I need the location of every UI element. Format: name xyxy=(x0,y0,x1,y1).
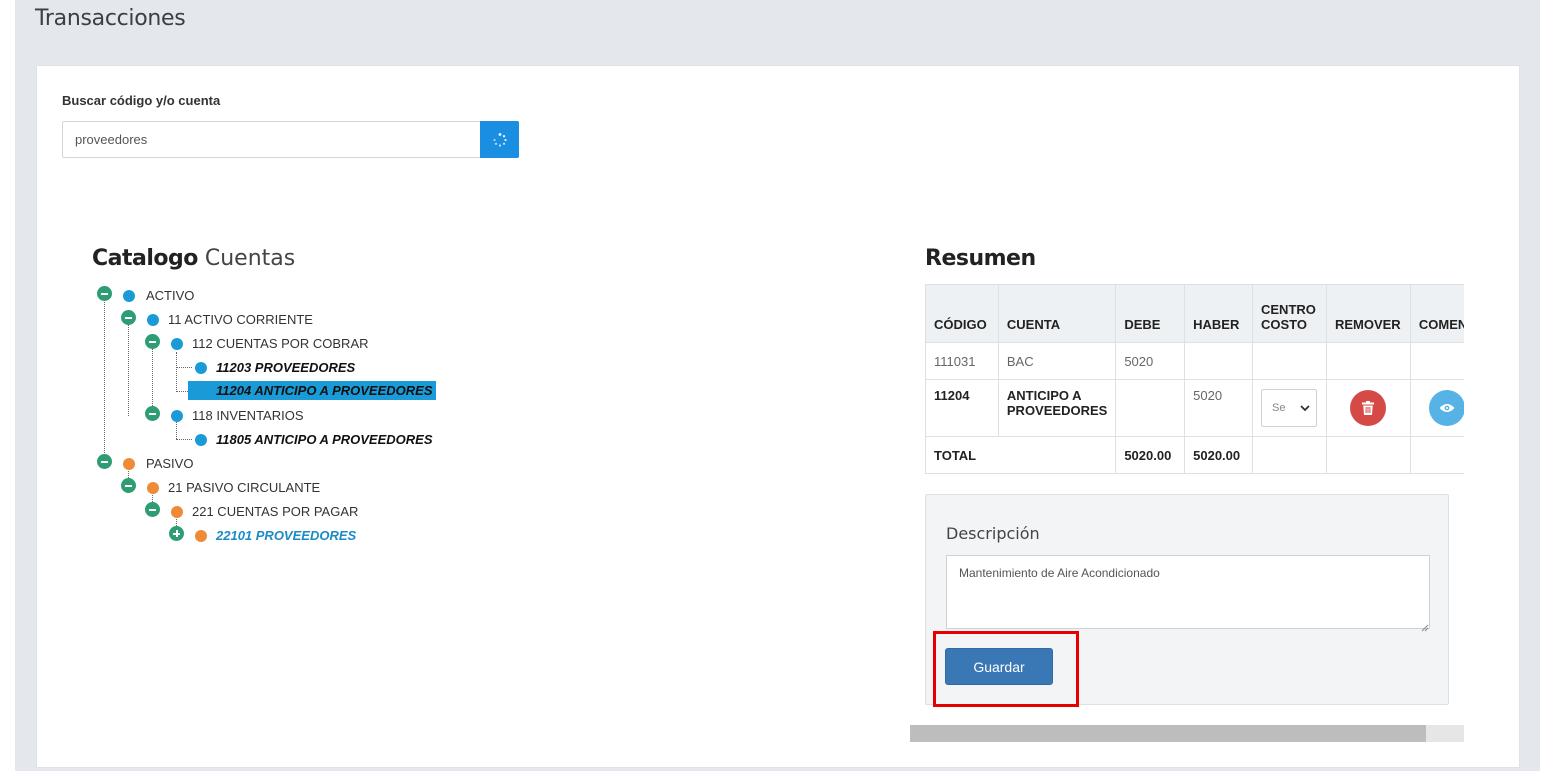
column-header: HABER xyxy=(1184,284,1253,343)
collapse-icon[interactable] xyxy=(121,478,136,493)
catalog-title: Catalogo Cuentas xyxy=(92,246,295,271)
cell-comentario xyxy=(1409,342,1464,380)
view-comment-button[interactable] xyxy=(1428,390,1464,426)
cell-cuenta: ANTICIPO A PROVEEDORES xyxy=(997,379,1117,437)
tree-connector xyxy=(104,300,105,463)
account-dot xyxy=(195,362,207,374)
catalog-title-bold: Catalogo xyxy=(92,246,198,271)
column-header: CENTRO COSTO xyxy=(1252,284,1327,343)
resize-grip-icon[interactable] xyxy=(1421,619,1429,632)
page-title: Transacciones xyxy=(35,6,186,31)
account-dot xyxy=(195,530,207,542)
collapse-icon[interactable] xyxy=(145,406,160,421)
search-box xyxy=(62,121,519,158)
chevron-down-icon xyxy=(1300,404,1310,411)
account-dot xyxy=(123,458,135,470)
collapse-icon[interactable] xyxy=(145,334,160,349)
tree-node-inventarios[interactable]: 118 INVENTARIOS xyxy=(192,408,304,423)
cell-centro-costo xyxy=(1252,342,1327,380)
total-label: TOTAL xyxy=(925,436,1117,474)
resumen-table: CÓDIGO CUENTA DEBE HABER CENTRO COSTO RE… xyxy=(925,284,1464,474)
tree-connector xyxy=(176,367,192,368)
tree-node-cuentas-por-cobrar[interactable]: 112 CUENTAS POR COBRAR xyxy=(192,336,369,351)
account-dot xyxy=(171,410,183,422)
total-haber: 5020.00 xyxy=(1184,436,1253,474)
resumen-title: Resumen xyxy=(925,246,1036,271)
account-dot xyxy=(147,314,159,326)
account-dot xyxy=(147,482,159,494)
centro-costo-select[interactable]: Se xyxy=(1261,389,1317,427)
save-button[interactable]: Guardar xyxy=(945,648,1053,685)
cell-debe: 5020 xyxy=(1115,342,1186,380)
cell-centro-costo: Se xyxy=(1252,379,1327,437)
column-header: CUENTA xyxy=(997,284,1117,343)
cell-haber xyxy=(1184,342,1253,380)
account-dot xyxy=(195,434,207,446)
tree-node-11203[interactable]: 11203 PROVEEDORES xyxy=(216,360,355,375)
horizontal-scrollbar-thumb[interactable] xyxy=(910,725,1426,742)
collapse-icon[interactable] xyxy=(97,286,112,301)
description-textarea[interactable] xyxy=(946,555,1430,629)
cell-remover xyxy=(1325,379,1411,437)
tree-node-activo[interactable]: ACTIVO xyxy=(146,288,194,303)
search-input[interactable] xyxy=(63,122,480,157)
tree-node-11204-selected[interactable]: 11204 ANTICIPO A PROVEEDORES xyxy=(188,381,436,400)
trash-icon xyxy=(1362,401,1375,415)
account-dot xyxy=(123,290,135,302)
eye-icon xyxy=(1439,404,1455,412)
expand-icon[interactable] xyxy=(169,526,184,541)
column-header: DEBE xyxy=(1115,284,1186,343)
cell-remover xyxy=(1325,342,1411,380)
tree-node-activo-corriente[interactable]: 11 ACTIVO CORRIENTE xyxy=(168,312,313,327)
tree-node-pasivo-circulante[interactable]: 21 PASIVO CIRCULANTE xyxy=(168,480,320,495)
column-header: CÓDIGO xyxy=(925,284,999,343)
description-label: Descripción xyxy=(946,524,1040,543)
tree-connector xyxy=(176,391,188,392)
catalog-title-light: Cuentas xyxy=(204,246,296,271)
collapse-icon[interactable] xyxy=(145,502,160,517)
tree-node-pasivo[interactable]: PASIVO xyxy=(146,456,193,471)
cell-cuenta: BAC xyxy=(997,342,1117,380)
spinner-icon xyxy=(492,132,507,147)
tree-node-11805[interactable]: 11805 ANTICIPO A PROVEEDORES xyxy=(216,432,433,447)
resumen-table-wrapper: CÓDIGO CUENTA DEBE HABER CENTRO COSTO RE… xyxy=(925,284,1464,474)
tree-connector xyxy=(128,324,129,416)
centro-costo-select-value: Se xyxy=(1272,402,1286,414)
tree-connector xyxy=(176,352,177,392)
collapse-icon[interactable] xyxy=(121,310,136,325)
tree-node-22101[interactable]: 22101 PROVEEDORES xyxy=(216,528,356,543)
column-header: COMENTARIO xyxy=(1409,284,1464,343)
cell-haber: 5020 xyxy=(1184,379,1253,437)
table-row: 111031 BAC 5020 xyxy=(925,342,1464,380)
table-total-row: TOTAL 5020.00 5020.00 xyxy=(925,436,1464,474)
cell-codigo: 111031 xyxy=(925,342,999,380)
collapse-icon[interactable] xyxy=(97,454,112,469)
column-header: REMOVER xyxy=(1325,284,1411,343)
account-dot xyxy=(171,506,183,518)
cell-debe xyxy=(1115,379,1186,437)
table-header-row: CÓDIGO CUENTA DEBE HABER CENTRO COSTO RE… xyxy=(925,284,1464,343)
total-debe: 5020.00 xyxy=(1115,436,1186,474)
table-row: 11204 ANTICIPO A PROVEEDORES 5020 Se xyxy=(925,379,1464,437)
cell-codigo: 11204 xyxy=(925,379,999,437)
tree-connector xyxy=(176,439,192,440)
cell-comentario xyxy=(1409,379,1464,437)
tree-connector xyxy=(176,422,177,439)
account-dot xyxy=(171,338,183,350)
remove-button[interactable] xyxy=(1350,390,1387,426)
search-button[interactable] xyxy=(480,121,519,158)
tree-node-cuentas-por-pagar[interactable]: 221 CUENTAS POR PAGAR xyxy=(192,504,358,519)
search-label: Buscar código y/o cuenta xyxy=(62,93,221,108)
